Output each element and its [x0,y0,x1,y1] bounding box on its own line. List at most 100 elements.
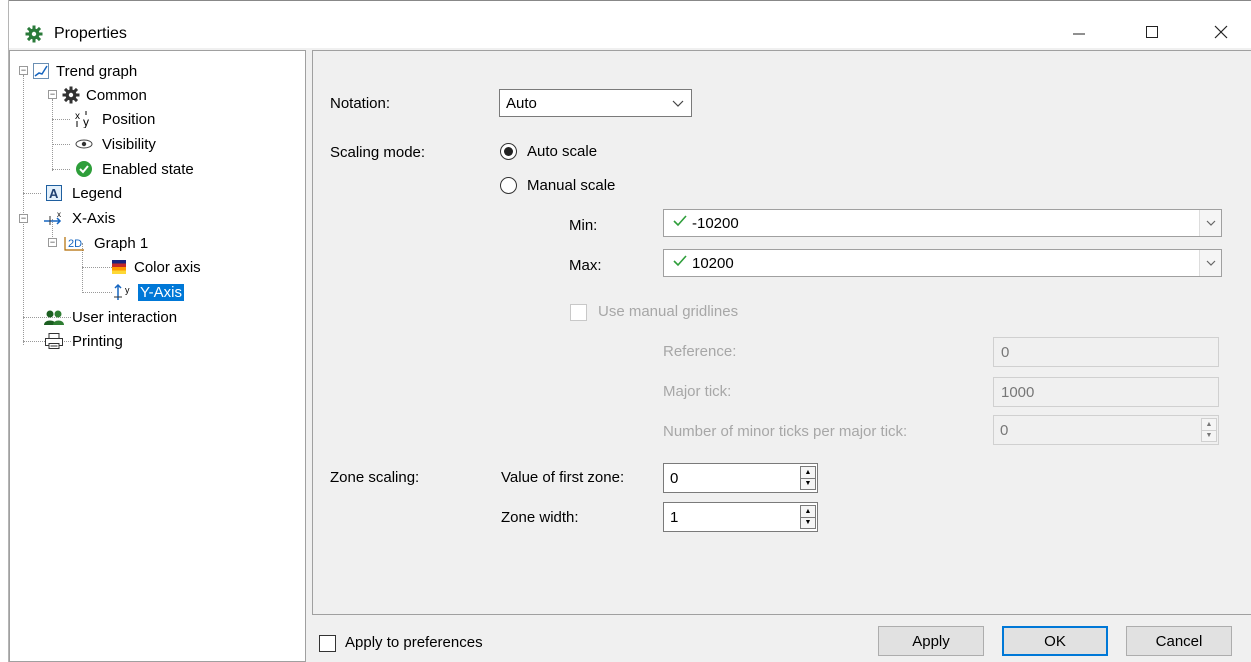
close-icon [1214,25,1228,39]
minor-ticks-value: 0 [1000,421,1009,439]
collapse-toggle-graph-1[interactable]: − [48,238,57,247]
collapse-toggle-x-axis[interactable]: − [19,214,28,223]
apply-to-preferences-label: Apply to preferences [345,634,483,651]
reference-field[interactable]: 0 [993,337,1219,367]
color-axis-icon [110,258,128,276]
stepper-buttons[interactable]: ▲ ▼ [800,466,816,490]
tree-item-user-interaction[interactable]: User interaction [42,307,179,327]
stepper-down-icon[interactable]: ▼ [1202,429,1216,442]
use-manual-gridlines-checkbox[interactable] [570,304,587,321]
maximize-icon [1146,26,1158,38]
zone-scaling-label: Zone scaling: [330,469,420,486]
max-combo[interactable]: 10200 [663,249,1222,277]
eye-icon [72,135,96,153]
tree-item-label: Enabled state [102,160,194,178]
minor-ticks-stepper[interactable]: 0 ▲ ▼ [993,415,1219,445]
maximize-button[interactable] [1129,15,1175,47]
apply-button[interactable]: Apply [878,626,984,656]
x-axis-icon: x [42,209,66,227]
tree-item-label: Position [102,110,156,128]
zone-width-stepper[interactable]: 1 ▲ ▼ [663,502,818,532]
stepper-buttons[interactable]: ▲ ▼ [800,505,816,529]
xy-position-icon: xy [72,110,96,128]
tree-item-visibility[interactable]: Visibility [72,134,158,154]
tree-item-common[interactable]: Common [62,85,149,105]
first-zone-stepper[interactable]: 0 ▲ ▼ [663,463,818,493]
auto-scale-label: Auto scale [527,143,598,160]
svg-text:y: y [83,115,89,128]
svg-text:y: y [125,285,130,295]
major-tick-label: Major tick: [663,383,732,400]
tree-item-color-axis[interactable]: Color axis [110,257,203,277]
zone-width-value: 1 [670,508,679,526]
title-bar: Properties [9,0,1251,48]
tree-item-position[interactable]: xy Position [72,109,157,129]
trend-graph-icon [32,62,50,80]
tree-item-printing[interactable]: Printing [42,331,125,351]
tree-item-trend-graph[interactable]: Trend graph [32,61,139,81]
users-icon [42,308,66,326]
check-circle-icon [72,160,96,178]
chevron-down-icon[interactable] [1199,250,1221,276]
tree-item-legend[interactable]: A Legend [42,183,124,203]
graph-2d-icon: 2D [62,234,88,252]
min-combo[interactable]: -10200 [663,209,1222,237]
cancel-button[interactable]: Cancel [1126,626,1232,656]
collapse-toggle-common[interactable]: − [48,90,57,99]
stepper-down-icon[interactable]: ▼ [801,477,815,490]
printer-icon [42,332,66,350]
settings-panel: Notation: Auto Scaling mode: Auto scale … [312,50,1251,615]
svg-text:x: x [57,210,61,219]
manual-scale-label: Manual scale [527,177,616,194]
scaling-mode-label: Scaling mode: [330,144,426,161]
minimize-button[interactable] [1056,15,1102,47]
tree-item-label: Graph 1 [94,234,149,252]
reference-label: Reference: [663,343,737,360]
tree-item-enabled-state[interactable]: Enabled state [72,159,196,179]
svg-text:A: A [49,186,59,201]
stepper-up-icon[interactable]: ▲ [801,467,815,478]
close-button[interactable] [1198,15,1244,47]
tree-item-x-axis[interactable]: x X-Axis [42,208,117,228]
notation-value: Auto [506,94,537,112]
major-tick-value: 1000 [1001,383,1035,401]
first-zone-label: Value of first zone: [501,469,625,486]
min-label: Min: [569,217,598,234]
stepper-down-icon[interactable]: ▼ [801,516,815,529]
ok-button[interactable]: OK [1002,626,1108,656]
tree-item-y-axis[interactable]: y Y-Axis [110,282,184,302]
use-manual-gridlines-label: Use manual gridlines [598,303,739,320]
tree-item-label: Legend [72,184,123,202]
stepper-up-icon[interactable]: ▲ [801,506,815,517]
auto-scale-radio[interactable] [500,143,517,160]
max-label: Max: [569,257,602,274]
zone-width-label: Zone width: [501,509,579,526]
check-icon [672,254,688,272]
collapse-toggle-trend-graph[interactable]: − [19,66,28,75]
chevron-down-icon [671,96,685,114]
min-value: -10200 [692,214,739,232]
y-axis-icon: y [110,283,134,301]
property-tree[interactable]: − Trend graph − Common xy Position Visib… [9,50,306,662]
manual-scale-radio[interactable] [500,177,517,194]
notation-select[interactable]: Auto [499,89,692,117]
stepper-buttons[interactable]: ▲ ▼ [1201,418,1217,442]
minor-ticks-label: Number of minor ticks per major tick: [663,423,908,440]
window-title: Properties [54,25,127,42]
properties-window: Properties − Trend graph − Common x y Po… [8,0,1251,662]
tree-item-graph-1[interactable]: 2D Graph 1 [62,233,150,253]
svg-text:2D: 2D [68,238,82,250]
tree-item-label: Visibility [102,135,156,153]
tree-item-label: Y-Axis [138,283,184,301]
gear-icon [25,25,43,43]
stepper-up-icon[interactable]: ▲ [1202,419,1216,430]
apply-to-preferences-checkbox[interactable] [319,635,336,652]
tree-item-label: Trend graph [56,62,138,80]
tree-item-label: User interaction [72,308,178,326]
svg-text:x: x [75,111,80,122]
major-tick-field[interactable]: 1000 [993,377,1219,407]
dialog-footer: Apply to preferences Apply OK Cancel [312,618,1251,662]
legend-a-icon: A [42,184,66,202]
gear-icon [62,86,80,104]
chevron-down-icon[interactable] [1199,210,1221,236]
